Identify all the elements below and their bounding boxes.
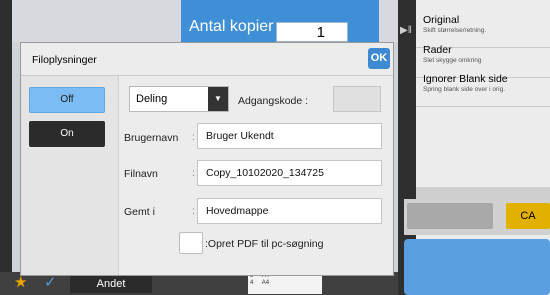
file-info-dialog: Filoplysninger OK Off On Deling ▼ Adgang… bbox=[20, 42, 394, 276]
right-panel-item-title: Rader bbox=[423, 44, 452, 56]
disabled-action-button bbox=[407, 203, 493, 229]
copies-label: Antal kopier bbox=[189, 18, 274, 35]
check-icon[interactable]: ✓ bbox=[44, 274, 57, 292]
star-icon[interactable]: ★ bbox=[14, 274, 27, 292]
right-panel-item-title: Original bbox=[423, 14, 460, 26]
saved-in-field[interactable]: Hovedmappe bbox=[197, 198, 382, 224]
saved-in-label: Gemt i bbox=[124, 206, 155, 218]
off-toggle-button[interactable]: Off bbox=[29, 87, 105, 113]
left-edge bbox=[0, 0, 12, 295]
ok-button[interactable]: OK bbox=[368, 48, 390, 69]
username-label: Brugernavn bbox=[124, 132, 179, 144]
saved-in-colon: : bbox=[192, 206, 195, 217]
right-panel-divider bbox=[416, 187, 550, 199]
filename-field[interactable]: Copy_10102020_134725 bbox=[197, 160, 382, 186]
filename-label: Filnavn bbox=[124, 168, 158, 180]
pdf-search-label: :Opret PDF til pc-søgning bbox=[205, 238, 324, 250]
mode-select-value: Deling bbox=[136, 93, 168, 105]
right-panel-item-ignore-blank[interactable]: Ignorer Blank side Spring blank side ove… bbox=[416, 71, 550, 107]
pdf-search-checkbox[interactable] bbox=[179, 232, 203, 254]
chevron-down-icon: ▼ bbox=[208, 87, 228, 111]
copies-input[interactable]: 1 bbox=[276, 22, 348, 42]
username-field[interactable]: Bruger Ukendt bbox=[197, 123, 382, 149]
page-size: A4 bbox=[261, 280, 270, 286]
ca-button[interactable]: CA bbox=[506, 203, 550, 229]
expand-panel-icon[interactable]: ▶‖ bbox=[400, 24, 414, 38]
andet-button[interactable]: Andet bbox=[70, 275, 152, 293]
start-button[interactable] bbox=[404, 239, 550, 295]
mode-select[interactable]: Deling ▼ bbox=[129, 86, 229, 112]
page-list-row: 4 A4 bbox=[250, 280, 320, 287]
dialog-title: Filoplysninger bbox=[32, 54, 97, 66]
right-panel-item-title: Ignorer Blank side bbox=[423, 73, 508, 85]
username-colon: : bbox=[192, 132, 195, 143]
right-panel-item-subtitle: Skift størrelse/retning. bbox=[423, 27, 487, 34]
password-label: Adgangskode : bbox=[238, 95, 309, 107]
on-toggle-button[interactable]: On bbox=[29, 121, 105, 147]
right-panel-item-subtitle: Slet skygge omkring bbox=[423, 57, 482, 64]
right-panel-item-subtitle: Spring blank side over i orig. bbox=[423, 86, 506, 93]
page-number: 4 bbox=[250, 280, 254, 286]
password-field[interactable] bbox=[333, 86, 381, 112]
filename-colon: : bbox=[192, 168, 195, 179]
